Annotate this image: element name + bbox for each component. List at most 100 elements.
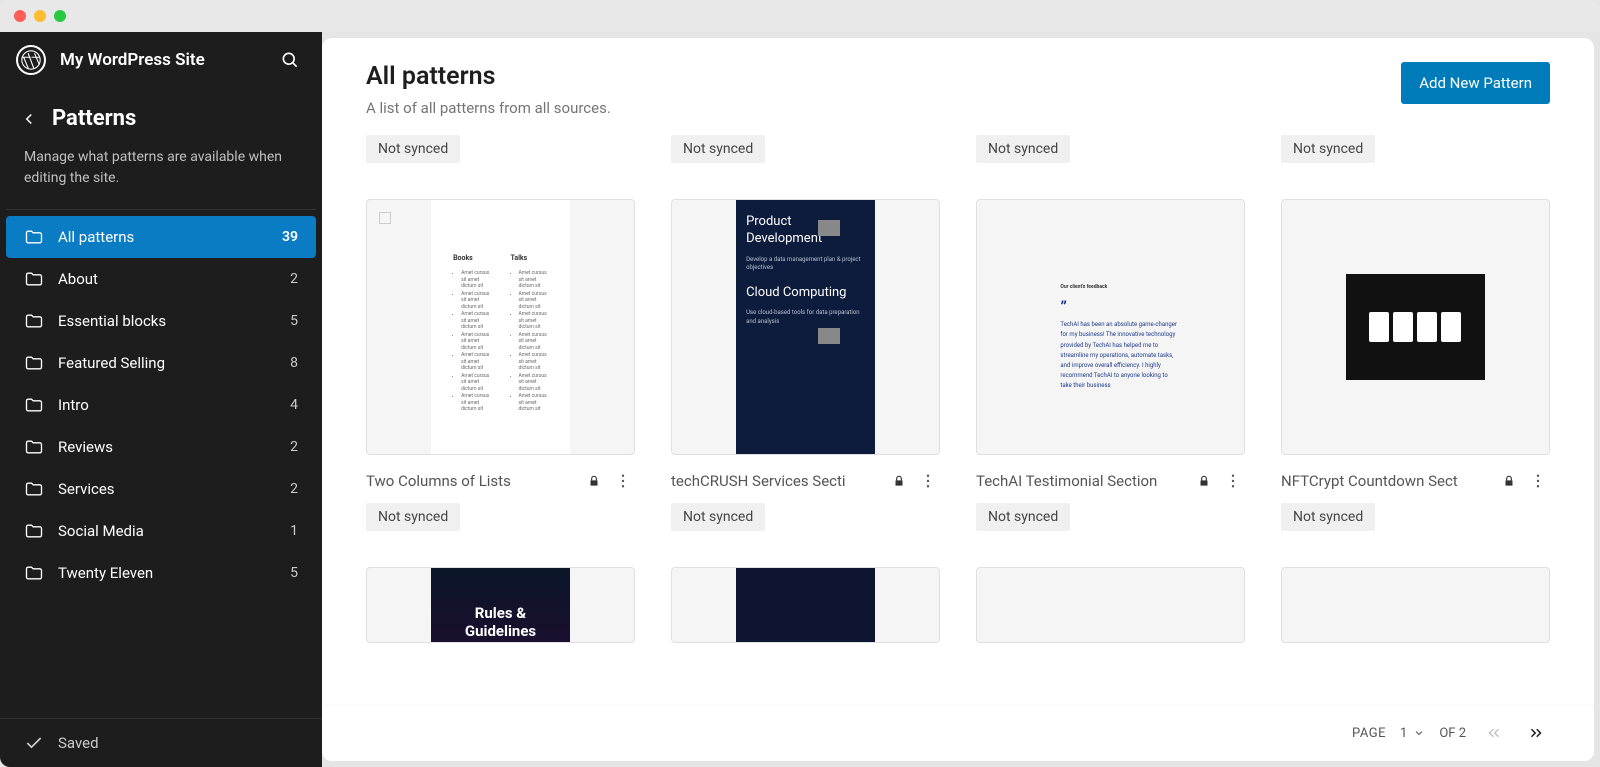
page-subtitle: A list of all patterns from all sources. [366, 99, 1401, 117]
pattern-thumbnail[interactable] [1281, 199, 1550, 455]
category-count: 2 [290, 439, 298, 455]
maximize-window-button[interactable] [54, 10, 66, 22]
sync-badge: Not synced [366, 135, 460, 163]
pattern-card [976, 567, 1245, 643]
pattern-thumbnail[interactable] [1281, 567, 1550, 643]
category-label: Services [58, 480, 276, 498]
page-select[interactable]: 1 [1400, 726, 1425, 741]
pattern-actions-button[interactable] [611, 469, 635, 493]
folder-icon [24, 479, 44, 499]
more-vertical-icon [919, 472, 937, 490]
more-vertical-icon [614, 472, 632, 490]
pattern-thumbnail[interactable]: Product DevelopmentDevelop a data manage… [671, 199, 940, 455]
section-title: Patterns [52, 106, 136, 131]
pattern-actions-button[interactable] [1526, 469, 1550, 493]
wordpress-logo-icon[interactable] [16, 45, 46, 75]
chevron-left-icon [20, 110, 38, 128]
sidebar: My WordPress Site Patterns Manage what p… [0, 32, 322, 767]
category-count: 8 [290, 355, 298, 371]
add-new-pattern-button[interactable]: Add New Pattern [1401, 62, 1550, 104]
pattern-thumbnail[interactable]: Our client's feedback”TechAI has been an… [976, 199, 1245, 455]
sidebar-category-item[interactable]: About 2 [6, 258, 316, 300]
pattern-title[interactable]: Two Columns of Lists [366, 472, 577, 490]
section-description: Manage what patterns are available when … [0, 141, 322, 209]
folder-icon [24, 563, 44, 583]
close-window-button[interactable] [14, 10, 26, 22]
check-icon [24, 733, 44, 753]
page-label: PAGE [1352, 726, 1386, 741]
category-label: Featured Selling [58, 354, 276, 372]
sync-badge: Not synced [671, 135, 765, 163]
sync-badge: Not synced [366, 503, 460, 531]
sidebar-category-item[interactable]: Essential blocks5 [6, 300, 316, 342]
more-vertical-icon [1529, 472, 1547, 490]
sidebar-category-item[interactable]: Services 2 [6, 468, 316, 510]
pattern-grid: BooksAmet cursus sit amet dictum sitAmet… [366, 199, 1550, 531]
chevron-down-icon [1413, 727, 1425, 739]
chevron-double-right-icon [1527, 724, 1545, 742]
pattern-title[interactable]: TechAI Testimonial Section [976, 472, 1187, 490]
of-label: OF 2 [1439, 726, 1466, 741]
lock-icon [1197, 474, 1211, 488]
pattern-actions-button[interactable] [1221, 469, 1245, 493]
pattern-title[interactable]: NFTCrypt Countdown Sect [1281, 472, 1492, 490]
search-button[interactable] [278, 48, 302, 72]
category-label: Social Media [58, 522, 276, 540]
pattern-card: NFTCrypt Countdown SectNot synced [1281, 199, 1550, 531]
sidebar-category-item[interactable]: Featured Selling 8 [6, 342, 316, 384]
pattern-thumbnail[interactable] [976, 567, 1245, 643]
pattern-card: Our client's feedback”TechAI has been an… [976, 199, 1245, 531]
pattern-thumbnail[interactable] [671, 567, 940, 643]
patterns-scroll-area[interactable]: Not synced Not synced Not synced Not syn… [322, 135, 1594, 761]
category-label: Twenty Eleven [58, 564, 276, 582]
category-label: All patterns [58, 228, 268, 246]
category-count: 2 [290, 271, 298, 287]
pattern-card [1281, 567, 1550, 643]
pattern-card: Product DevelopmentDevelop a data manage… [671, 199, 940, 531]
chevron-double-left-icon [1485, 724, 1503, 742]
sidebar-category-item[interactable]: Intro 4 [6, 384, 316, 426]
sync-badge: Not synced [1281, 135, 1375, 163]
lock-icon [892, 474, 906, 488]
site-title[interactable]: My WordPress Site [60, 50, 278, 70]
save-status: Saved [0, 718, 322, 767]
category-count: 2 [290, 481, 298, 497]
folder-icon [24, 395, 44, 415]
pattern-card [671, 567, 940, 643]
back-button[interactable]: Patterns [0, 88, 322, 141]
folder-icon [24, 269, 44, 289]
sidebar-category-item[interactable]: Social Media 1 [6, 510, 316, 552]
category-count: 4 [290, 397, 298, 413]
folder-icon [24, 227, 44, 247]
sync-badge: Not synced [976, 503, 1070, 531]
more-vertical-icon [1224, 472, 1242, 490]
page-title: All patterns [366, 62, 1401, 91]
window-titlebar [0, 0, 1600, 32]
pattern-title[interactable]: techCRUSH Services Secti [671, 472, 882, 490]
category-count: 5 [290, 565, 298, 581]
category-count: 1 [290, 523, 298, 539]
pattern-actions-button[interactable] [916, 469, 940, 493]
lock-icon [587, 474, 601, 488]
sidebar-category-item[interactable]: Reviews2 [6, 426, 316, 468]
pagination: PAGE 1 OF 2 [322, 704, 1594, 761]
folder-icon [24, 521, 44, 541]
folder-icon [24, 437, 44, 457]
sidebar-category-item[interactable]: Twenty Eleven 5 [6, 552, 316, 594]
minimize-window-button[interactable] [34, 10, 46, 22]
category-label: Intro [58, 396, 276, 414]
next-page-button[interactable] [1522, 719, 1550, 747]
sync-badge: Not synced [976, 135, 1070, 163]
sidebar-header: My WordPress Site [0, 32, 322, 88]
main-panel: All patterns A list of all patterns from… [322, 38, 1594, 761]
category-label: Essential blocks [58, 312, 276, 330]
pattern-thumbnail[interactable]: Rules &Guidelines [366, 567, 635, 643]
divider [6, 209, 316, 210]
category-label: About [58, 270, 276, 288]
lock-icon [1502, 474, 1516, 488]
sidebar-category-item[interactable]: All patterns39 [6, 216, 316, 258]
pattern-thumbnail[interactable]: BooksAmet cursus sit amet dictum sitAmet… [366, 199, 635, 455]
pattern-card: BooksAmet cursus sit amet dictum sitAmet… [366, 199, 635, 531]
folder-icon [24, 311, 44, 331]
category-list: All patterns39About2Essential blocks5Fea… [0, 216, 322, 594]
